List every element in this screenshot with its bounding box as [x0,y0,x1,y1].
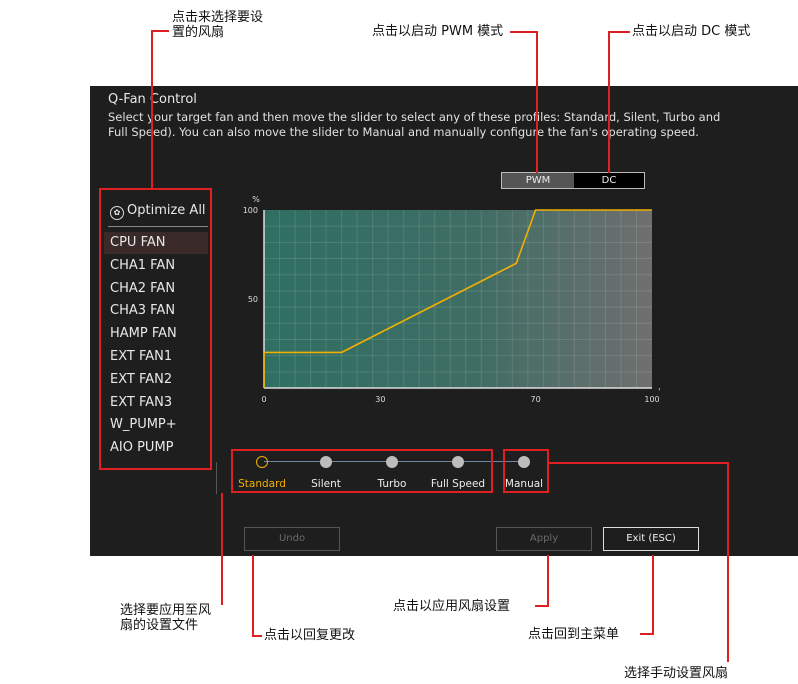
y-tick-label: 50 [248,295,258,304]
connector-line [652,555,654,635]
connector-line [252,635,262,637]
highlight-fan-list [99,188,212,470]
chart-plot-area [264,210,652,388]
connector-line [547,555,549,607]
connector-line [536,31,538,173]
annotation-undo: 点击以回复更改 [264,628,356,643]
vertical-divider [216,462,217,494]
exit-button[interactable]: Exit (ESC) [603,527,699,551]
connector-line [535,605,549,607]
dc-button[interactable]: DC [574,173,644,188]
x-tick-label: 30 [375,395,385,404]
pwm-button[interactable]: PWM [502,173,574,188]
highlight-manual [503,449,549,493]
description-line-1: Select your target fan and then move the… [108,110,721,124]
x-axis-label: °C [658,387,660,396]
y-tick-label: 100 [243,206,258,215]
description-line-2: Full Speed). You can also move the slide… [108,125,699,139]
x-tick-label: 100 [644,395,659,404]
annotation-pwm-mode: 点击以启动 PWM 模式 [372,24,504,39]
x-tick-label: 0 [261,395,266,404]
apply-button[interactable]: Apply [496,527,592,551]
annotation-manual: 选择手动设置风扇 [624,666,729,681]
fan-curve-chart: 0 30 70 100 100 50% °C [243,195,660,404]
annotation-dc-mode: 点击以启动 DC 模式 [632,24,751,39]
connector-line [221,493,223,605]
connector-line [151,30,169,32]
y-axis-label: % [252,195,260,204]
annotation-select-fan: 点击来选择要设 置的风扇 [172,10,264,40]
connector-line [510,31,538,33]
x-tick-label: 70 [531,395,541,404]
connector-line [151,30,153,190]
connector-line [608,31,630,33]
annotation-exit: 点击回到主菜单 [528,627,620,642]
mode-toggle: PWM DC [501,172,645,189]
connector-line [252,555,254,637]
connector-line [549,462,729,464]
connector-line [727,462,729,662]
connector-line [608,31,610,173]
undo-button[interactable]: Undo [244,527,340,551]
connector-line [640,633,654,635]
highlight-profiles [231,449,493,493]
annotation-apply: 点击以应用风扇设置 [393,599,511,614]
annotation-apply-profile: 选择要应用至风 扇的设置文件 [120,603,212,633]
